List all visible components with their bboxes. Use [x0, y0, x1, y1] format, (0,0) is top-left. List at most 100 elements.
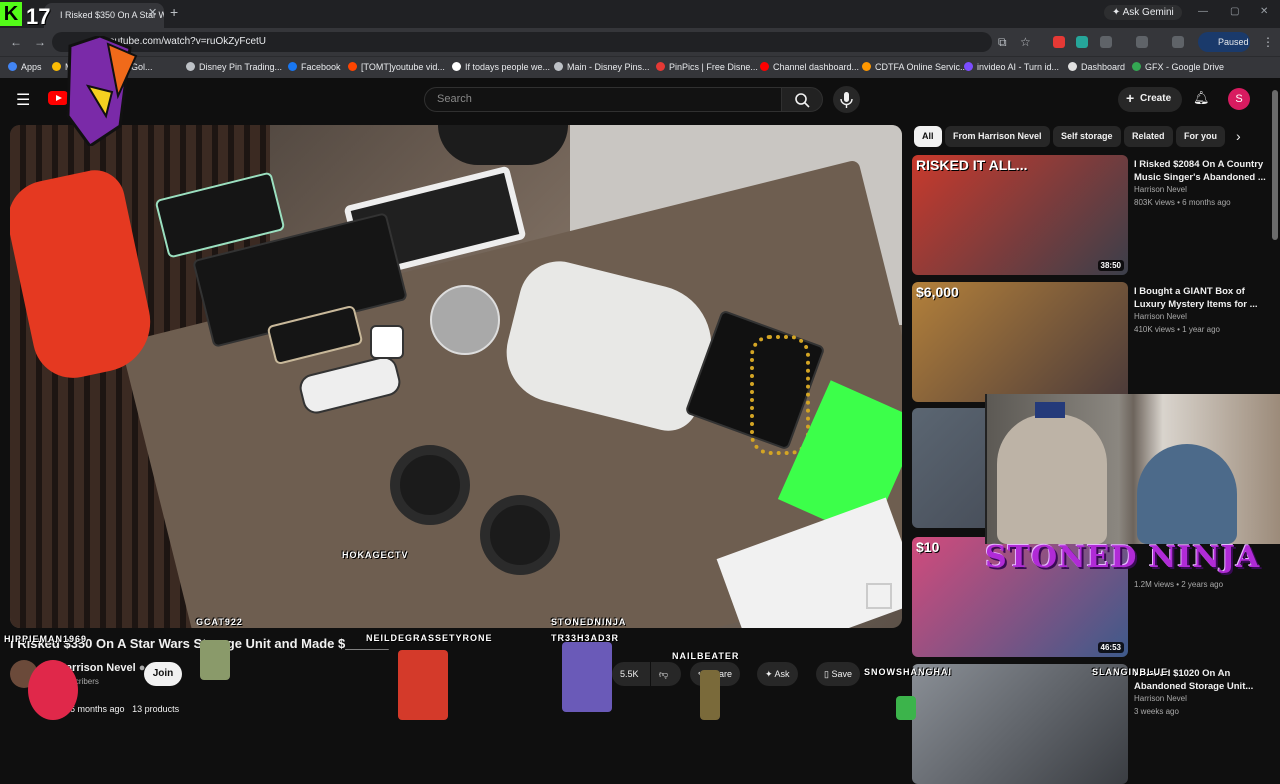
minimize-icon[interactable]: — [1198, 6, 1208, 17]
video-duration: 38:50 [1097, 260, 1124, 271]
bookmark-label: Dashboard [1081, 62, 1126, 72]
chevron-right-icon[interactable]: › [1236, 128, 1241, 144]
bookmark-item[interactable]: CDTFA Online Servic... [862, 62, 968, 72]
plus-icon: + [1126, 90, 1135, 106]
video-charger [370, 325, 404, 359]
voice-search-button[interactable] [833, 86, 860, 113]
back-icon[interactable]: ← [10, 35, 22, 49]
overlay-username: SLANGINBLUE [1092, 667, 1168, 677]
thumbnail-text: $6,000 [916, 284, 959, 300]
bookmark-item[interactable]: Apps [8, 62, 42, 72]
bookmark-item[interactable]: If todays people we... [452, 62, 550, 72]
bookmark-item[interactable]: [TOMT]youtube vid... [348, 62, 445, 72]
sprite-green-alien [896, 696, 916, 720]
recommendation-channel: Harrison Nevel [1134, 185, 1187, 194]
tab-search-icon[interactable] [1136, 36, 1148, 48]
recommendation-item[interactable]: I Risked $1020 On An Abandoned Storage U… [912, 664, 1272, 784]
bookmark-item[interactable]: Facebook [288, 62, 341, 72]
browser-tab-bar: K I Risked $350 On A Star Wa ✕ + ✦ Ask G… [0, 0, 1280, 28]
bookmark-favicon-icon [1068, 62, 1077, 71]
stream-counter: 17 [26, 4, 51, 29]
recommendation-title: I Bought a GIANT Box of Luxury Mystery I… [1134, 286, 1258, 310]
overlay-username: GCAT922 [196, 617, 243, 627]
cast-icon[interactable]: ⧉ [998, 35, 1007, 50]
bookmark-item[interactable]: Disney Pin Trading... [186, 62, 282, 72]
notifications-bell-icon[interactable]: 🔔︎ [1193, 90, 1210, 106]
bookmark-favicon-icon [1132, 62, 1141, 71]
search-input[interactable]: Search [424, 87, 782, 112]
sprite-red-creature [28, 660, 78, 720]
chip-for-you[interactable]: For you [1176, 126, 1225, 147]
recommendation-thumbnail[interactable] [912, 664, 1128, 784]
create-button[interactable]: + Create [1118, 87, 1182, 112]
bookmark-label: [TOMT]youtube vid... [361, 62, 445, 72]
youtube-header: ☰ Search + Create 🔔︎ S [0, 78, 1280, 120]
browser-tab-active[interactable]: I Risked $350 On A Star Wa [44, 3, 164, 28]
dislike-button[interactable]: 👎︎ [651, 662, 681, 686]
bookmark-item[interactable]: Channel dashboard... [760, 62, 859, 72]
overlay-username: HOKAGECTV [342, 550, 409, 560]
bookmark-label: Apps [21, 62, 42, 72]
extension-teal-icon[interactable] [1076, 36, 1088, 48]
extension-red-icon[interactable] [1053, 36, 1065, 48]
chip-related[interactable]: Related [1124, 126, 1173, 147]
bookmark-label: Main - Disney Pins... [567, 62, 650, 72]
bookmark-label: If todays people we... [465, 62, 551, 72]
sparkle-icon: ✦ [765, 669, 775, 679]
reading-list-icon[interactable] [1172, 36, 1184, 48]
create-label: Create [1140, 93, 1172, 104]
bookmark-star-icon[interactable]: ☆ [1020, 35, 1031, 49]
recommendation-title: I Risked $2084 On A Country Music Singer… [1134, 159, 1266, 183]
forward-icon[interactable]: → [34, 35, 46, 49]
like-count: 5.5K [620, 669, 639, 679]
maximize-icon[interactable]: ▢ [1230, 6, 1239, 17]
recommendation-item[interactable]: RISKED IT ALL... 38:50 I Risked $2084 On A… [912, 155, 1272, 275]
products-count[interactable]: 13 products [132, 704, 179, 714]
ask-gemini-label: Ask Gemini [1122, 7, 1174, 18]
ask-button[interactable]: ✦ Ask [757, 662, 798, 686]
new-tab-button[interactable]: + [170, 4, 178, 20]
sprite-iron-man [398, 650, 448, 720]
bookmark-item[interactable]: Main - Disney Pins... [554, 62, 650, 72]
thumbnail-text: $10 [916, 539, 940, 555]
sprite-droid [200, 640, 230, 680]
recommendation-meta: 803K views • 6 months ago [1134, 198, 1231, 207]
account-avatar[interactable]: S [1228, 88, 1250, 110]
chip-from-harrison-nevel[interactable]: From Harrison Nevel [945, 126, 1050, 147]
bookmark-label: invideo AI - Turn id... [977, 62, 1060, 72]
search-icon [795, 93, 810, 108]
search-button[interactable] [781, 87, 823, 112]
join-button[interactable]: Join [144, 662, 182, 686]
video-duration: 46:53 [1097, 642, 1124, 653]
webcam-banner: STONED NINJA [985, 540, 1261, 575]
bookmark-item[interactable]: Dashboard [1068, 62, 1125, 72]
bookmark-favicon-icon [760, 62, 769, 71]
thumbnail-text: RISKED IT ALL... [916, 157, 1028, 173]
chip-self-storage[interactable]: Self storage [1053, 126, 1121, 147]
video-player[interactable] [10, 125, 902, 628]
bookmark-label: GFX - Google Drive [1145, 62, 1225, 72]
recommendation-thumbnail[interactable]: RISKED IT ALL... 38:50 [912, 155, 1128, 275]
bookmark-favicon-icon [348, 62, 357, 71]
bookmark-item[interactable]: invideo AI - Turn id... [964, 62, 1059, 72]
profile-paused-button[interactable]: Paused [1198, 32, 1250, 52]
extensions-puzzle-icon[interactable] [1100, 36, 1112, 48]
ask-gemini-button[interactable]: ✦ Ask Gemini [1104, 5, 1182, 20]
url-input[interactable]: youtube.com/watch?v=ruOkZyFcetU [52, 32, 992, 52]
recommendation-channel: Harrison Nevel [1134, 312, 1187, 321]
recommendation-thumbnail[interactable]: $6,000 [912, 282, 1128, 402]
window-close-icon[interactable]: ✕ [1260, 6, 1268, 17]
hamburger-menu-icon[interactable]: ☰ [16, 90, 30, 110]
video-meta: 6 months ago 13 products [70, 704, 179, 714]
bookmark-item[interactable]: PinPics | Free Disne... [656, 62, 758, 72]
sprite-soldier [700, 670, 720, 720]
overlay-username: STONEDNINJA [551, 617, 627, 627]
browser-menu-icon[interactable]: ⋮ [1262, 35, 1274, 49]
like-button[interactable]: 5.5K [612, 662, 650, 686]
save-button[interactable]: ▯ Save [816, 662, 860, 686]
tab-close-icon[interactable]: ✕ [148, 6, 157, 19]
recommendation-item[interactable]: $6,000 I Bought a GIANT Box of Luxury Mys… [912, 282, 1272, 402]
bookmark-item[interactable]: GFX - Google Drive [1132, 62, 1224, 72]
chip-all[interactable]: All [914, 126, 942, 147]
webcam-person-right [1137, 444, 1237, 544]
